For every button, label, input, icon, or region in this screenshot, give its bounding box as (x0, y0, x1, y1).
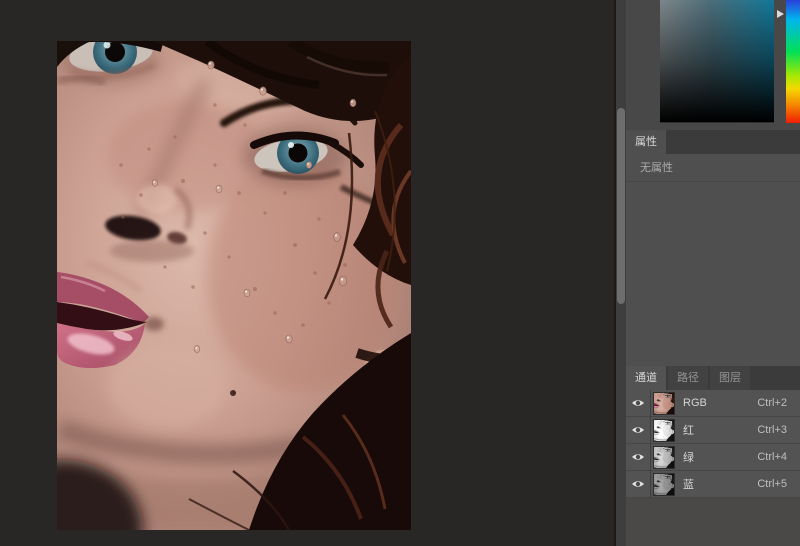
eye-icon (631, 452, 645, 462)
right-panel-column: 属性 无属性 通道 路径 图层 RGB Ctrl+2 红 Ctrl+3 绿 Ct… (626, 0, 800, 546)
channel-thumbnail[interactable] (653, 391, 675, 415)
hue-slider-marker-icon[interactable] (777, 10, 784, 18)
channel-label: 红 (683, 425, 694, 437)
properties-panel: 属性 无属性 (626, 130, 800, 366)
channel-shortcut: Ctrl+4 (757, 451, 787, 463)
visibility-toggle[interactable] (626, 389, 651, 417)
tab-paths[interactable]: 路径 (668, 366, 708, 390)
channel-list: RGB Ctrl+2 红 Ctrl+3 绿 Ctrl+4 蓝 Ctrl+5 (626, 389, 800, 498)
channel-row-green[interactable]: 绿 Ctrl+4 (626, 443, 800, 471)
channels-tabbar: 通道 路径 图层 (626, 366, 800, 390)
channel-row-rgb[interactable]: RGB Ctrl+2 (626, 389, 800, 417)
channel-row-blue[interactable]: 蓝 Ctrl+5 (626, 470, 800, 498)
channel-shortcut: Ctrl+2 (757, 397, 787, 409)
panel-scrollbar-thumb[interactable] (617, 108, 625, 304)
properties-content: 无属性 (626, 154, 800, 366)
visibility-toggle[interactable] (626, 443, 651, 471)
channel-label: 蓝 (683, 479, 694, 491)
eye-icon (631, 398, 645, 408)
eye-icon (631, 479, 645, 489)
visibility-toggle[interactable] (626, 470, 651, 498)
eye-icon (631, 425, 645, 435)
tab-channels[interactable]: 通道 (626, 366, 666, 390)
channels-panel: 通道 路径 图层 RGB Ctrl+2 红 Ctrl+3 绿 Ctrl+4 蓝 … (626, 366, 800, 546)
tab-properties[interactable]: 属性 (626, 130, 666, 154)
channel-thumbnail[interactable] (653, 472, 675, 496)
no-properties-text: 无属性 (626, 154, 800, 182)
channel-shortcut: Ctrl+5 (757, 478, 787, 490)
properties-tabbar: 属性 (626, 130, 800, 154)
color-picker-panel (626, 0, 800, 130)
visibility-toggle[interactable] (626, 416, 651, 444)
canvas-area[interactable] (0, 0, 614, 546)
panel-scrollbar[interactable] (616, 0, 626, 546)
channel-shortcut: Ctrl+3 (757, 424, 787, 436)
portrait-image (57, 41, 411, 530)
channel-thumbnail[interactable] (653, 445, 675, 469)
tab-layers[interactable]: 图层 (710, 366, 750, 390)
channel-label: 绿 (683, 452, 694, 464)
hue-slider[interactable] (786, 0, 800, 123)
channel-label: RGB (683, 397, 707, 409)
saturation-brightness-field[interactable] (660, 0, 774, 123)
channel-row-red[interactable]: 红 Ctrl+3 (626, 416, 800, 444)
photo-document[interactable] (57, 41, 411, 530)
channel-thumbnail[interactable] (653, 418, 675, 442)
